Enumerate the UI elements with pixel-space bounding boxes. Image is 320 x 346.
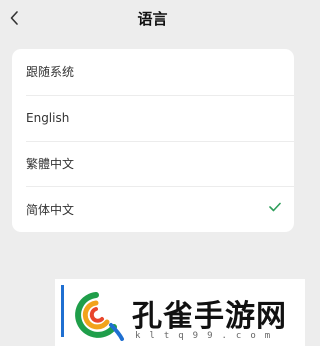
watermark-accent-bar [61, 285, 64, 337]
watermark-site-name: 孔雀手游网 [132, 299, 287, 334]
language-option-label: English [26, 110, 70, 125]
site-watermark: 孔雀手游网 kltq99.com [55, 279, 305, 346]
watermark-site-url: kltq99.com [135, 331, 280, 341]
header-bar: 语言 [0, 0, 305, 36]
peacock-logo-icon [75, 292, 124, 341]
language-option-follow-system[interactable]: 跟随系统 [12, 49, 294, 95]
language-list: 跟随系统 English 繁體中文 简体中文 [12, 49, 294, 232]
language-option-simplified-chinese[interactable]: 简体中文 [12, 186, 294, 232]
language-option-traditional-chinese[interactable]: 繁體中文 [12, 140, 294, 187]
language-option-english[interactable]: English [12, 94, 294, 141]
language-option-label: 跟随系统 [26, 65, 75, 80]
language-option-label: 繁體中文 [26, 156, 75, 171]
page-title: 语言 [137, 10, 168, 28]
language-option-label: 简体中文 [26, 202, 75, 217]
checkmark-icon [269, 202, 281, 212]
